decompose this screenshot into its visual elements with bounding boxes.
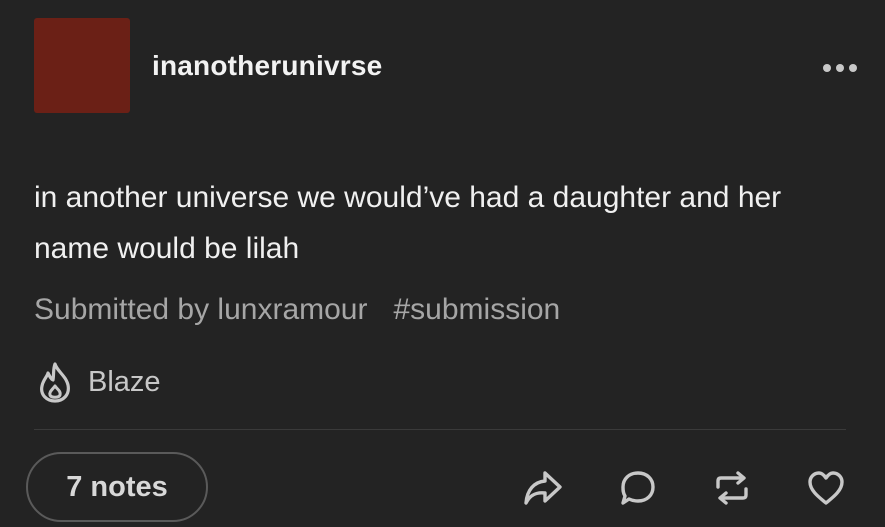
reblog-icon bbox=[712, 469, 752, 507]
reblog-button[interactable] bbox=[710, 466, 754, 510]
blaze-button[interactable]: Blaze bbox=[36, 360, 161, 404]
share-arrow-icon bbox=[523, 470, 563, 506]
blaze-label: Blaze bbox=[88, 365, 161, 398]
avatar[interactable] bbox=[34, 18, 130, 113]
speech-bubble-icon bbox=[619, 469, 657, 507]
flame-icon bbox=[36, 361, 74, 403]
like-button[interactable] bbox=[804, 466, 848, 510]
reply-button[interactable] bbox=[616, 466, 660, 510]
more-dots-icon bbox=[822, 63, 858, 73]
post-tag[interactable]: #submission bbox=[394, 293, 561, 326]
post-body-text: in another universe we would’ve had a da… bbox=[34, 181, 782, 265]
heart-icon bbox=[806, 469, 846, 507]
post-card: inanotherunivrse in another universe we … bbox=[0, 0, 885, 527]
submitted-by-text: Submitted by lunxramour bbox=[34, 293, 368, 326]
notes-button[interactable]: 7 notes bbox=[26, 452, 208, 522]
more-options-button[interactable] bbox=[820, 58, 860, 78]
divider bbox=[34, 429, 846, 430]
post-meta: Submitted by lunxramour #submission bbox=[34, 293, 560, 327]
post-username[interactable]: inanotherunivrse bbox=[152, 50, 382, 82]
share-button[interactable] bbox=[521, 466, 565, 510]
